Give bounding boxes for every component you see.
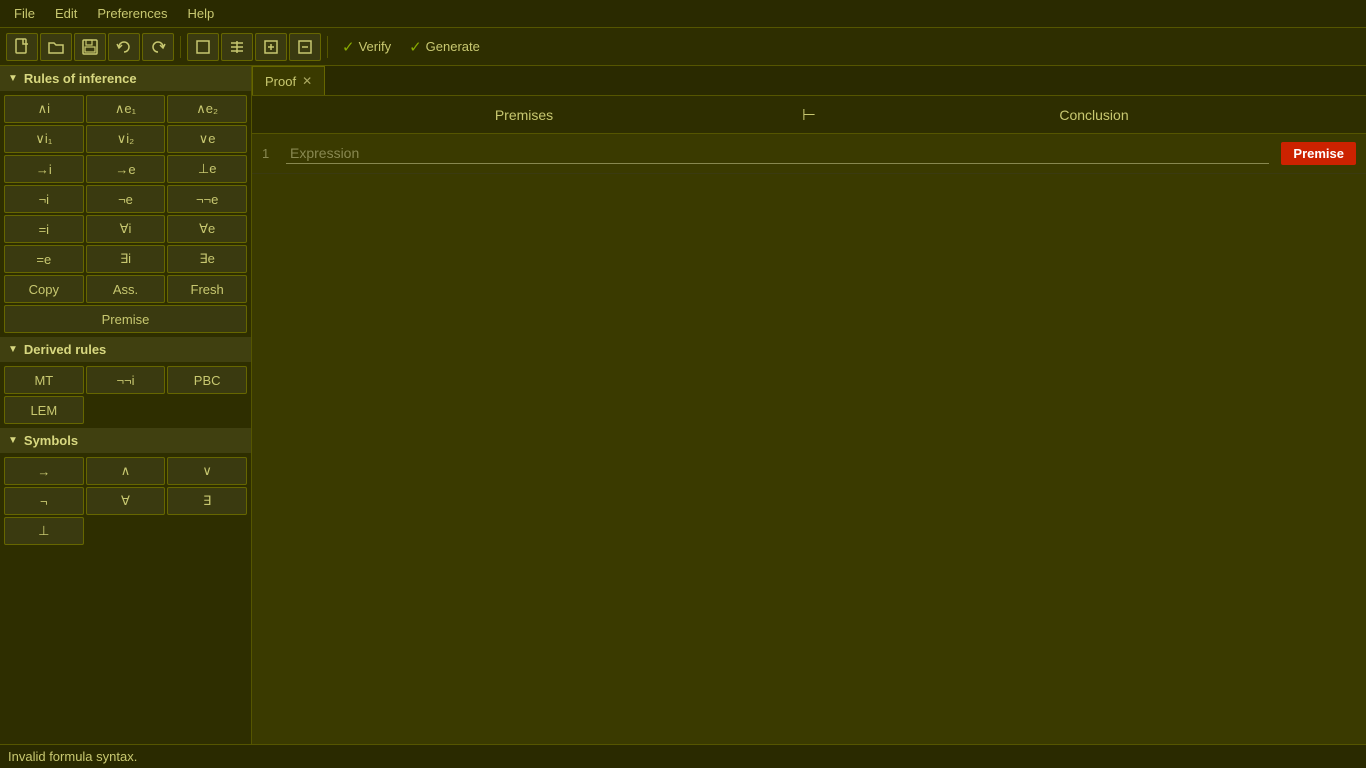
symbol-impl[interactable]: → xyxy=(4,457,84,485)
rule-or-i2[interactable]: ∨i₂ xyxy=(86,125,166,153)
proof-row-1: 1 Premise xyxy=(252,134,1366,174)
remove-row-button[interactable] xyxy=(289,33,321,61)
rule-neg-neg-e[interactable]: ¬¬e xyxy=(167,185,247,213)
rule-and-e1[interactable]: ∧e₁ xyxy=(86,95,166,123)
derived-rules-grid: MT ¬¬i PBC LEM xyxy=(0,362,251,428)
add-row-button[interactable] xyxy=(255,33,287,61)
proof-area: Premises ⊢ Conclusion 1 Premise xyxy=(252,96,1366,744)
redo-button[interactable] xyxy=(142,33,174,61)
proof-premises-label: Premises xyxy=(262,107,786,123)
verify-check-icon: ✓ xyxy=(342,38,355,56)
rules-inference-arrow: ▼ xyxy=(8,73,18,84)
derived-rules-arrow: ▼ xyxy=(8,344,18,355)
verify-toggle[interactable]: ✓ Verify xyxy=(334,38,399,56)
symbol-neg[interactable]: ¬ xyxy=(4,487,84,515)
menu-preferences[interactable]: Preferences xyxy=(87,2,177,25)
menu-file[interactable]: File xyxy=(4,2,45,25)
proof-row-1-num: 1 xyxy=(262,146,286,161)
rule-pbc[interactable]: PBC xyxy=(167,366,247,394)
rule-mt[interactable]: MT xyxy=(4,366,84,394)
rule-exists-i[interactable]: ∃i xyxy=(86,245,166,273)
rule-fresh[interactable]: Fresh xyxy=(167,275,247,303)
rule-lem[interactable]: LEM xyxy=(4,396,84,424)
rule-neg-e[interactable]: ¬e xyxy=(86,185,166,213)
rule-ass[interactable]: Ass. xyxy=(86,275,166,303)
symbol-forall[interactable]: ∀ xyxy=(86,487,166,515)
rule-or-i1[interactable]: ∨i₁ xyxy=(4,125,84,153)
rule-and-i[interactable]: ∧i xyxy=(4,95,84,123)
rules-inference-grid: ∧i ∧e₁ ∧e₂ ∨i₁ ∨i₂ ∨e →i →e ⊥e ¬i ¬e ¬¬e… xyxy=(0,91,251,337)
symbol-bot[interactable]: ⊥ xyxy=(4,517,84,545)
proof-row-1-justify[interactable]: Premise xyxy=(1281,142,1356,165)
rule-exists-e[interactable]: ∃e xyxy=(167,245,247,273)
rule-or-e[interactable]: ∨e xyxy=(167,125,247,153)
box-button[interactable] xyxy=(187,33,219,61)
rules-inference-header[interactable]: ▼ Rules of inference xyxy=(0,66,251,91)
menu-help[interactable]: Help xyxy=(177,2,224,25)
rules-layout-button[interactable] xyxy=(221,33,253,61)
proof-conclusion-label: Conclusion xyxy=(832,107,1356,123)
sidebar: ▼ Rules of inference ∧i ∧e₁ ∧e₂ ∨i₁ ∨i₂ … xyxy=(0,66,252,744)
proof-tab[interactable]: Proof ✕ xyxy=(252,66,325,95)
rule-eq-e[interactable]: =e xyxy=(4,245,84,273)
rule-neg-i[interactable]: ¬i xyxy=(4,185,84,213)
generate-label: Generate xyxy=(426,39,480,54)
symbols-grid: → ∧ ∨ ¬ ∀ ∃ ⊥ xyxy=(0,453,251,549)
rule-forall-i[interactable]: ∀i xyxy=(86,215,166,243)
menubar: File Edit Preferences Help xyxy=(0,0,1366,28)
rule-premise[interactable]: Premise xyxy=(4,305,247,333)
new-file-button[interactable] xyxy=(6,33,38,61)
open-button[interactable] xyxy=(40,33,72,61)
verify-label: Verify xyxy=(359,39,392,54)
generate-check-icon: ✓ xyxy=(409,38,422,56)
proof-turnstile: ⊢ xyxy=(802,105,816,125)
rule-bot-e[interactable]: ⊥e xyxy=(167,155,247,183)
rule-impl-e[interactable]: →e xyxy=(86,155,166,183)
main-area: ▼ Rules of inference ∧i ∧e₁ ∧e₂ ∨i₁ ∨i₂ … xyxy=(0,66,1366,744)
status-message: Invalid formula syntax. xyxy=(8,749,137,764)
proof-tab-close-icon[interactable]: ✕ xyxy=(302,74,312,88)
rule-and-e2[interactable]: ∧e₂ xyxy=(167,95,247,123)
rule-eq-i[interactable]: =i xyxy=(4,215,84,243)
statusbar: Invalid formula syntax. xyxy=(0,744,1366,768)
save-button[interactable] xyxy=(74,33,106,61)
symbol-or[interactable]: ∨ xyxy=(167,457,247,485)
symbols-arrow: ▼ xyxy=(8,435,18,446)
rule-neg-neg-i[interactable]: ¬¬i xyxy=(86,366,166,394)
proof-header: Premises ⊢ Conclusion xyxy=(252,96,1366,134)
menu-edit[interactable]: Edit xyxy=(45,2,87,25)
rules-inference-label: Rules of inference xyxy=(24,71,137,86)
symbols-label: Symbols xyxy=(24,433,78,448)
rule-impl-i[interactable]: →i xyxy=(4,155,84,183)
generate-toggle[interactable]: ✓ Generate xyxy=(401,38,488,56)
undo-button[interactable] xyxy=(108,33,140,61)
rule-forall-e[interactable]: ∀e xyxy=(167,215,247,243)
toolbar-separator-2 xyxy=(327,36,328,58)
toolbar: ✓ Verify ✓ Generate xyxy=(0,28,1366,66)
derived-rules-label: Derived rules xyxy=(24,342,106,357)
proof-tab-label: Proof xyxy=(265,74,296,89)
symbol-and[interactable]: ∧ xyxy=(86,457,166,485)
rule-copy[interactable]: Copy xyxy=(4,275,84,303)
proof-row-1-input[interactable] xyxy=(286,143,1269,164)
derived-rules-header[interactable]: ▼ Derived rules xyxy=(0,337,251,362)
tabs-bar: Proof ✕ xyxy=(252,66,1366,96)
content-area: Proof ✕ Premises ⊢ Conclusion 1 Premise xyxy=(252,66,1366,744)
toolbar-separator-1 xyxy=(180,36,181,58)
symbols-header[interactable]: ▼ Symbols xyxy=(0,428,251,453)
symbol-exists[interactable]: ∃ xyxy=(167,487,247,515)
